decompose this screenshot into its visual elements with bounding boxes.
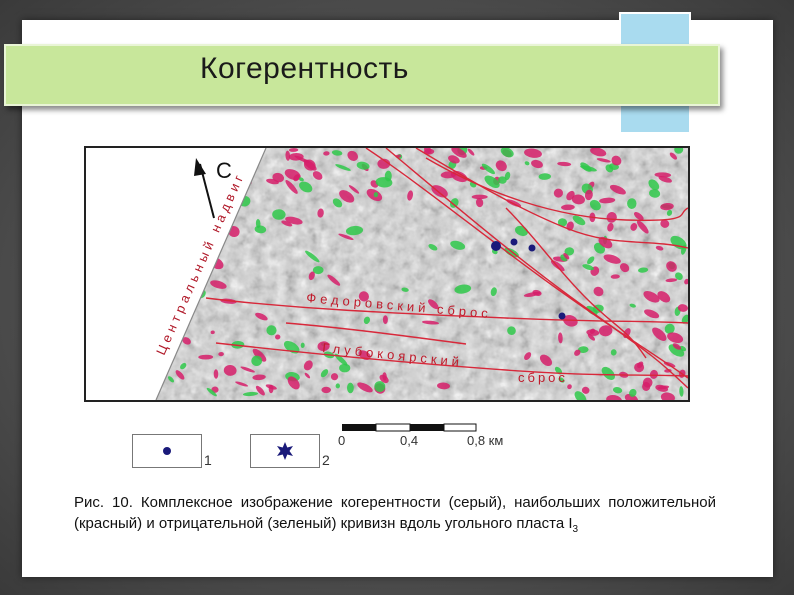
legend-box-2 xyxy=(250,434,320,468)
scale-label-0: 0 xyxy=(338,433,346,448)
well-marker xyxy=(510,238,518,246)
well-marker xyxy=(491,241,501,251)
glubokoyarsky-fault-label-2: сброс xyxy=(518,370,568,385)
scale-bar xyxy=(342,423,477,432)
caption-subscript: 3 xyxy=(572,524,579,535)
scale-label-08: 0,8 км xyxy=(467,433,504,448)
fedorovsky-fault-label: Федоровский сброс xyxy=(306,290,493,321)
legend-number-1: 1 xyxy=(204,452,212,468)
well-marker xyxy=(558,312,566,320)
dot-marker-icon xyxy=(163,447,171,455)
map-annotations: С Центральный надвиг Федоровский сброс Г… xyxy=(153,158,568,385)
legend-number-2: 2 xyxy=(322,452,330,468)
north-arrow xyxy=(194,158,215,219)
well-markers xyxy=(491,238,566,320)
glubokoyarsky-fault-label: Глубокоярский xyxy=(322,340,464,370)
figure-caption: Рис. 10. Комплексное изображение когерен… xyxy=(74,492,716,540)
central-fault-label: Центральный надвиг xyxy=(153,169,248,357)
scale-label-04: 0,4 xyxy=(400,433,419,448)
caption-text: Рис. 10. Комплексное изображение когерен… xyxy=(74,494,716,532)
legend-box-1 xyxy=(132,434,202,468)
well-marker xyxy=(528,244,536,252)
star-marker-icon xyxy=(277,442,293,460)
slide-title: Когерентность xyxy=(200,52,409,85)
